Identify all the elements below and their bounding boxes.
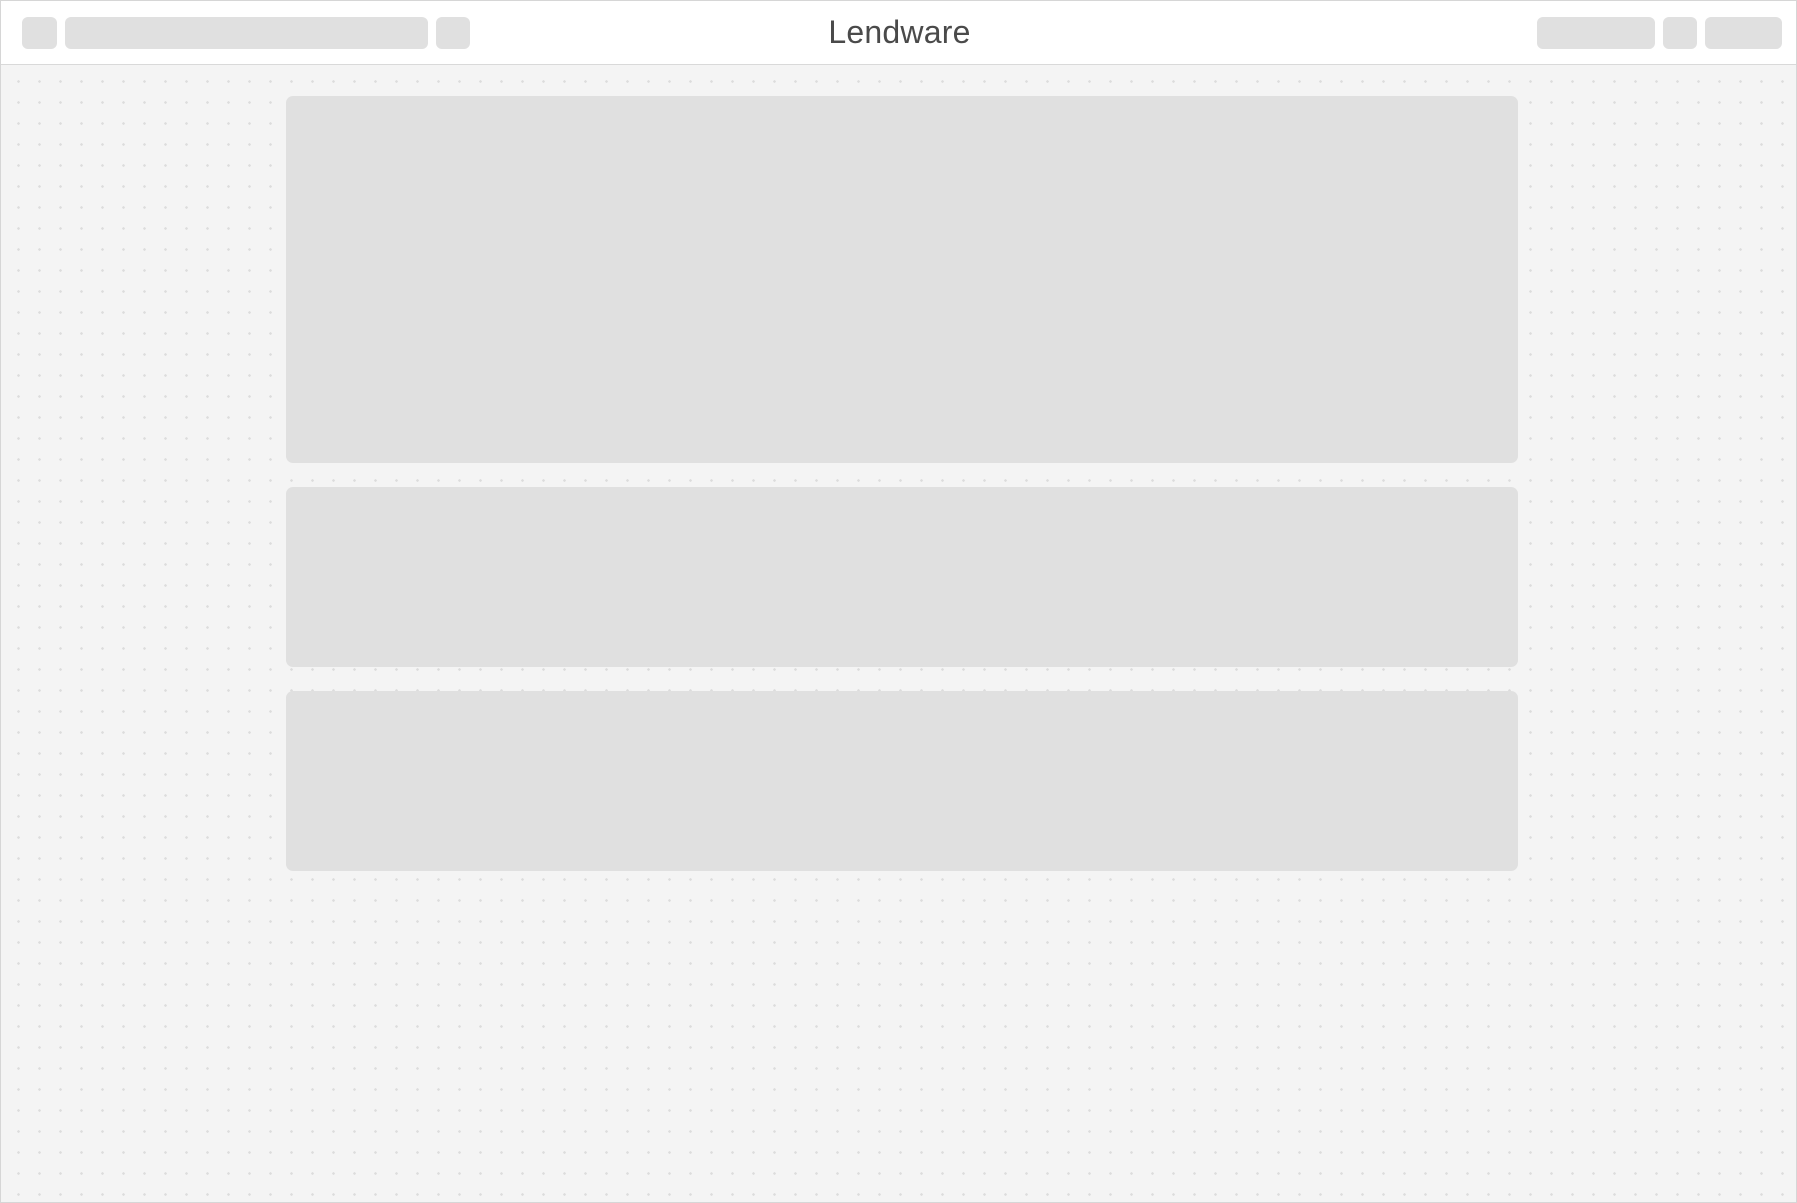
top-bar: Lendware	[1, 1, 1796, 65]
header-icon-button-placeholder[interactable]	[1663, 17, 1697, 49]
content-card-secondary-placeholder	[286, 487, 1518, 667]
header-action-placeholder[interactable]	[1537, 17, 1655, 49]
content-card-primary-placeholder	[286, 96, 1518, 463]
content-card-tertiary-placeholder	[286, 691, 1518, 871]
account-button-placeholder[interactable]	[1705, 17, 1782, 49]
app-title: Lendware	[828, 14, 971, 50]
